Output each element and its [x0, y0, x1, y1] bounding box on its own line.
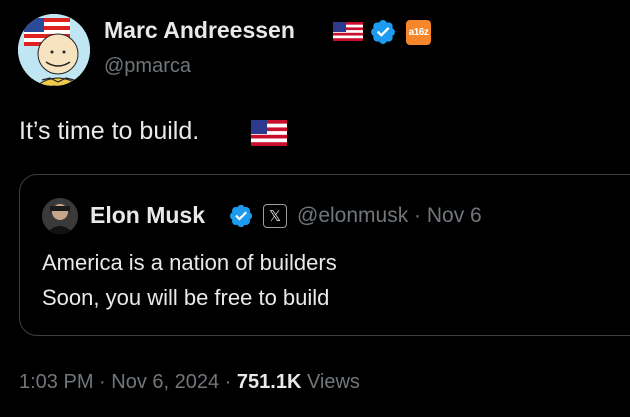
quoted-handle-date[interactable]: @elonmusk · Nov 6	[297, 204, 482, 228]
quoted-text-line-2: Soon, you will be free to build	[42, 285, 330, 310]
views-count[interactable]: 751.1K	[237, 371, 302, 393]
quoted-verified-badge-icon[interactable]	[228, 203, 254, 229]
timestamp[interactable]: 1:03 PM · Nov 6, 2024 ·	[19, 371, 237, 393]
quoted-author-avatar[interactable]	[42, 198, 78, 234]
us-flag-emoji-icon	[251, 120, 287, 146]
x-affiliate-badge-icon[interactable]: 𝕏	[263, 204, 287, 228]
quoted-author-name[interactable]: Elon Musk	[90, 202, 205, 229]
tweet-footer: 1:03 PM · Nov 6, 2024 · 751.1K Views	[19, 371, 360, 394]
tweet-text: It’s time to build.	[19, 117, 200, 145]
views-label: Views	[301, 371, 360, 393]
quoted-text-line-1: America is a nation of builders	[42, 250, 337, 275]
affiliate-badge[interactable]: a16z	[406, 20, 431, 45]
author-avatar[interactable]	[18, 14, 90, 86]
verified-badge-icon[interactable]	[369, 18, 397, 46]
author-handle[interactable]: @pmarca	[104, 55, 191, 78]
us-flag-icon	[333, 22, 363, 41]
author-name[interactable]: Marc Andreessen	[104, 17, 295, 44]
